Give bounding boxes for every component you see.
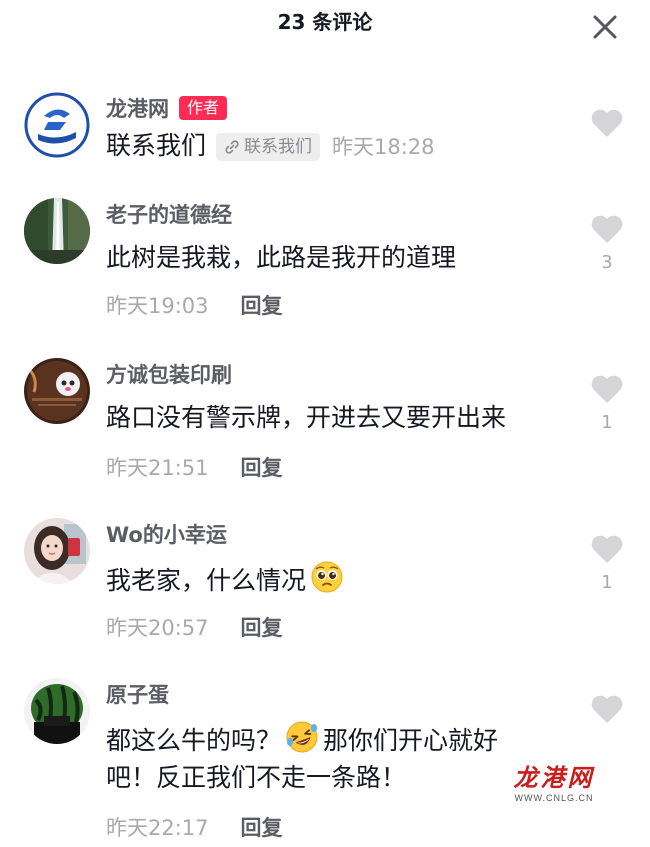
heart-icon <box>591 375 623 403</box>
author-row: 原子蛋 <box>106 678 169 710</box>
comment-time: 昨天22:17 <box>106 816 209 840</box>
author-name[interactable]: Wo的小幸运 <box>106 519 227 549</box>
link-chip-label: 联系我们 <box>244 137 313 157</box>
comment-time: 昨天19:03 <box>106 294 209 318</box>
like-count: 1 <box>601 572 613 593</box>
reply-button[interactable]: 回复 <box>241 452 283 482</box>
comment-text: 此树是我栽，此路是我开的道理 <box>106 243 457 272</box>
watermark-url: WWW.CNLG.CN <box>514 793 594 803</box>
avatar[interactable] <box>24 358 90 424</box>
reply-button[interactable]: 回复 <box>241 290 283 320</box>
comment-text-part: 都这么牛的吗？ <box>106 726 282 755</box>
author-name[interactable]: 方诚包装印刷 <box>106 359 232 389</box>
author-row: 方诚包装印刷 <box>106 358 232 390</box>
comment-meta: 昨天19:03 回复 <box>106 290 283 320</box>
comment-text-line-2: 吧！反正我们不走一条路！ <box>106 763 407 792</box>
comment-text-part: 那你们开心就好 <box>323 726 499 755</box>
close-icon <box>593 15 617 39</box>
comment-text: 我老家，什么情况 <box>106 560 348 604</box>
avatar[interactable] <box>24 518 90 584</box>
comment-time: 昨天21:51 <box>106 456 209 480</box>
heart-icon <box>591 695 623 723</box>
watermark-logo: 龙港网 <box>513 763 595 792</box>
like-button[interactable]: 1 <box>588 534 626 593</box>
pleading-face-icon <box>310 560 344 604</box>
comment-text: 联系我们 联系我们 昨天18:28 <box>106 128 435 165</box>
like-button[interactable]: 3 <box>588 214 626 273</box>
author-row: 老子的道德经 <box>106 198 232 230</box>
reply-button[interactable]: 回复 <box>241 612 283 642</box>
close-button[interactable] <box>590 12 620 42</box>
like-count: 3 <box>601 252 613 273</box>
comment-text-content: 联系我们 <box>106 131 207 160</box>
reply-button[interactable]: 回复 <box>241 812 283 842</box>
comments-header: 23 条评论 <box>0 0 650 50</box>
author-row: 龙港网 作者 <box>106 92 228 124</box>
heart-icon <box>591 535 623 563</box>
author-row: Wo的小幸运 <box>106 518 227 550</box>
avatar[interactable] <box>24 92 90 158</box>
comment-time: 昨天20:57 <box>106 616 209 640</box>
heart-icon <box>591 215 623 243</box>
comment-meta: 昨天21:51 回复 <box>106 452 283 482</box>
comment-text: 路口没有警示牌，开进去又要开出来 <box>106 403 507 432</box>
comment-text-line-1: 都这么牛的吗？ 那你们开心就好 <box>106 720 498 764</box>
link-chip[interactable]: 联系我们 <box>216 133 321 161</box>
rolling-laughing-face-icon <box>285 720 319 764</box>
like-button[interactable] <box>588 694 626 728</box>
link-icon <box>225 140 239 154</box>
avatar[interactable] <box>24 678 90 744</box>
comment-text-content: 我老家，什么情况 <box>106 566 307 595</box>
comment-time: 昨天18:28 <box>332 135 435 159</box>
author-badge: 作者 <box>179 96 228 120</box>
heart-icon <box>591 109 623 137</box>
comment-meta: 昨天20:57 回复 <box>106 612 283 642</box>
watermark: 龙港网 WWW.CNLG.CN <box>508 758 600 803</box>
author-name[interactable]: 原子蛋 <box>106 679 169 709</box>
like-button[interactable]: 1 <box>588 374 626 433</box>
comment-meta: 昨天22:17 回复 <box>106 812 283 842</box>
avatar[interactable] <box>24 198 90 264</box>
author-name[interactable]: 老子的道德经 <box>106 199 232 229</box>
like-count: 1 <box>601 412 613 433</box>
author-name[interactable]: 龙港网 <box>106 93 169 123</box>
comment-count-title: 23 条评论 <box>277 10 373 34</box>
like-button[interactable] <box>588 108 626 142</box>
